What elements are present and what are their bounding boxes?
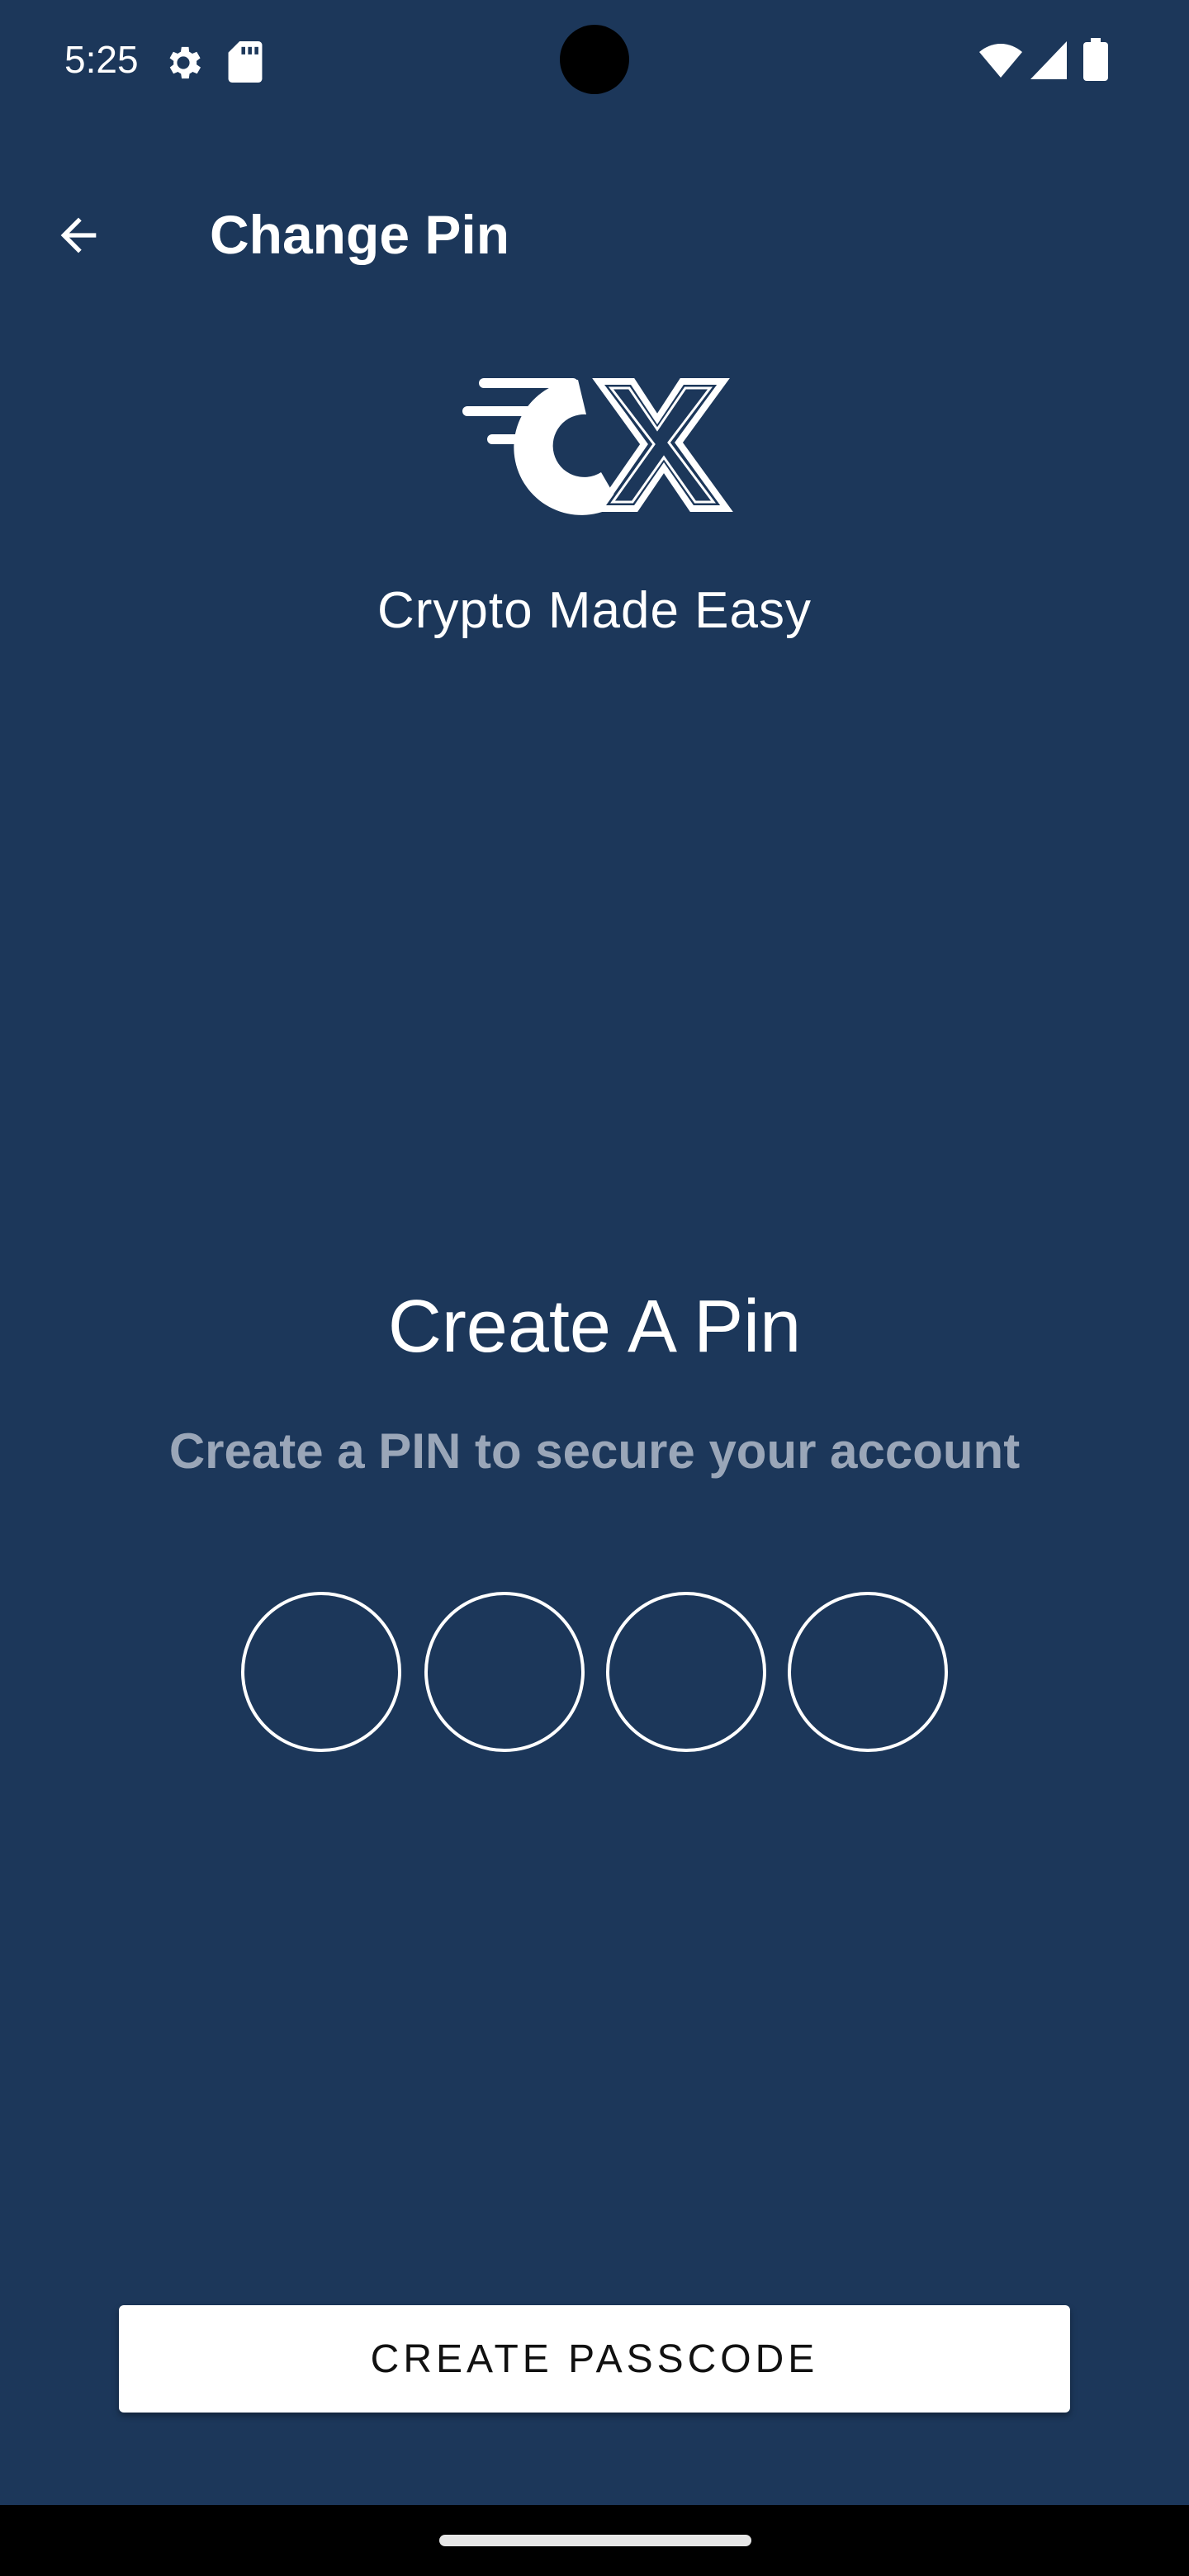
back-button[interactable] [33, 190, 124, 281]
home-indicator[interactable] [439, 2535, 751, 2546]
battery-icon [1083, 38, 1108, 81]
tagline: Crypto Made Easy [377, 582, 812, 639]
pin-digit-4[interactable] [788, 1592, 948, 1752]
create-passcode-button[interactable]: CREATE PASSCODE [119, 2305, 1070, 2413]
cx-logo-icon [462, 378, 733, 515]
pin-input-group [241, 1592, 948, 1752]
pin-digit-2[interactable] [424, 1592, 585, 1752]
wifi-icon [979, 44, 1022, 78]
sd-card-icon [228, 41, 263, 83]
camera-cutout [560, 25, 629, 94]
status-bar: 5:25 [0, 0, 1189, 124]
arrow-left-icon [60, 217, 97, 253]
app-bar: Change Pin [0, 165, 1189, 305]
navigation-bar [0, 2505, 1189, 2576]
pin-digit-1[interactable] [241, 1592, 401, 1752]
pin-heading: Create A Pin [387, 1286, 802, 1368]
pin-subheading: Create a PIN to secure your account [168, 1423, 1021, 1479]
cell-signal-icon [1030, 41, 1067, 79]
change-pin-screen: 5:25 Change Pin Crypto Made Easy Create … [0, 0, 1189, 2576]
pin-digit-3[interactable] [606, 1592, 766, 1752]
page-title: Change Pin [210, 204, 510, 265]
status-time: 5:25 [64, 38, 139, 81]
settings-gear-icon [169, 46, 201, 79]
